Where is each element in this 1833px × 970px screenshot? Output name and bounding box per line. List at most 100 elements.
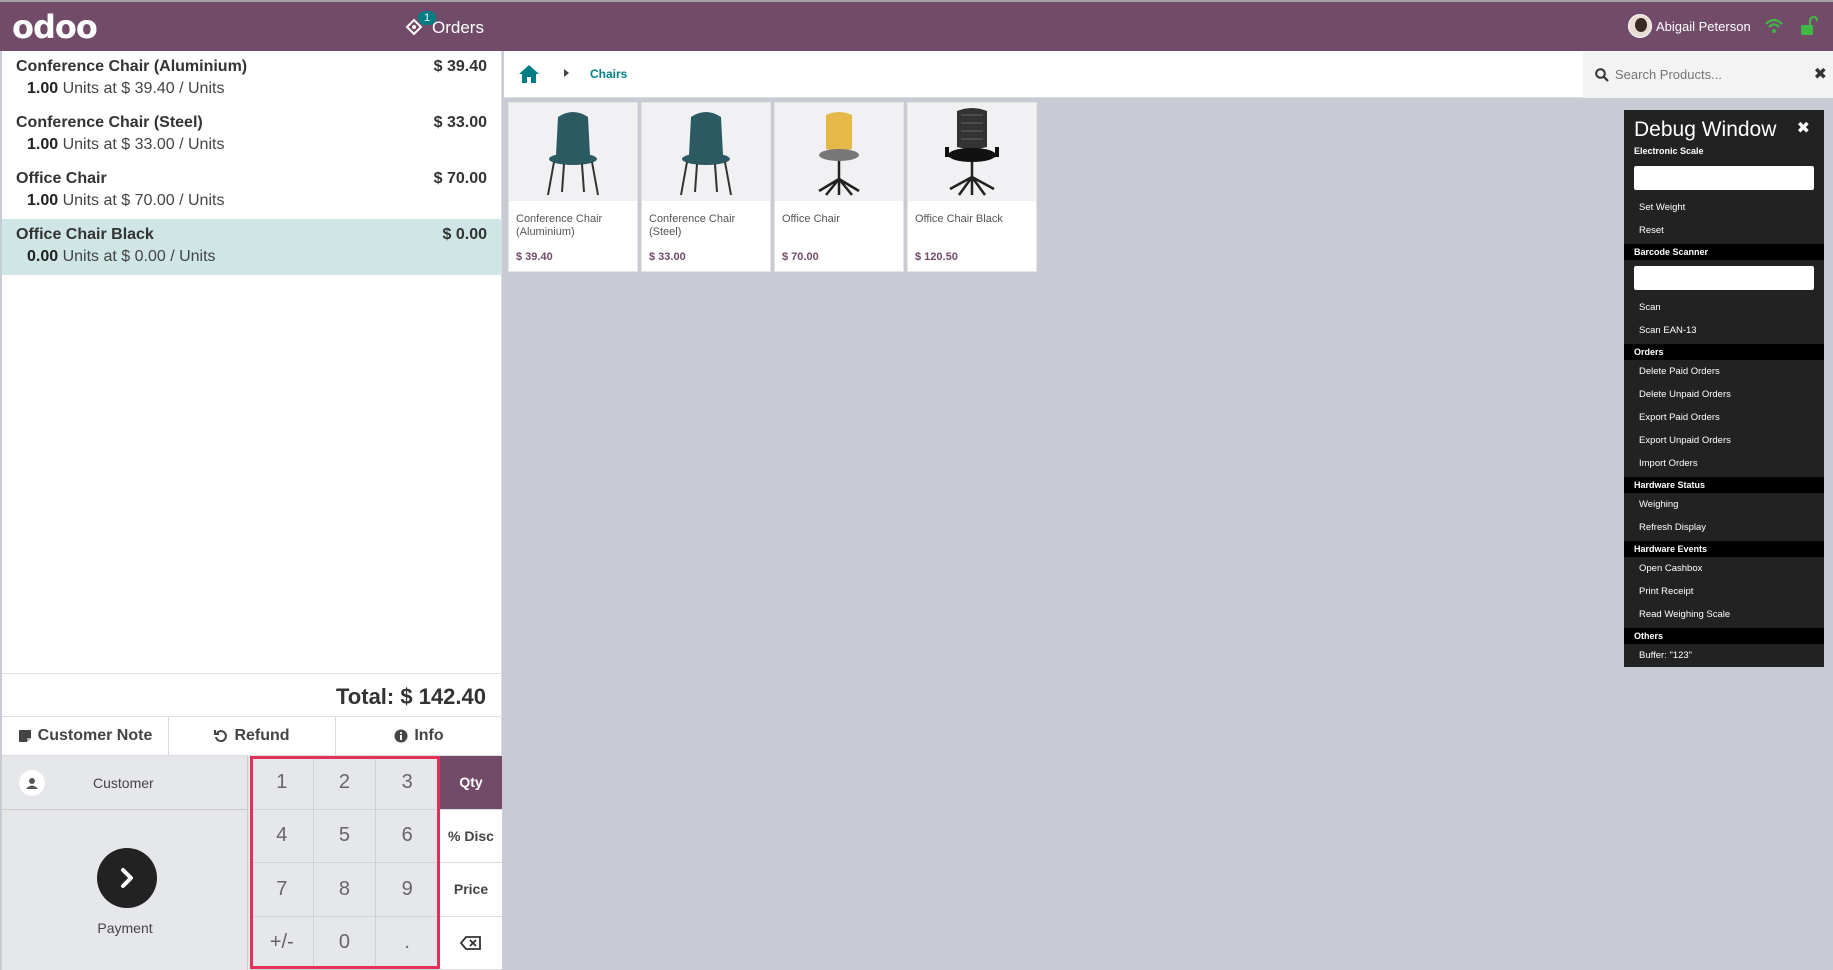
product-grid: Conference Chair (Aluminium) $ 39.40 Con… — [508, 102, 1037, 272]
debug-title-text: Debug Window — [1634, 118, 1777, 141]
search-input[interactable] — [1615, 67, 1795, 82]
numpad-key-plus-minus[interactable]: +/- — [251, 916, 314, 970]
info-button[interactable]: Info — [336, 717, 502, 755]
debug-title: Debug Window ✖ — [1624, 110, 1824, 142]
reset-button[interactable]: Reset — [1624, 219, 1824, 242]
order-line-detail: 0.00 Units at $ 0.00 / Units — [27, 248, 487, 266]
export-paid-orders-button[interactable]: Export Paid Orders — [1624, 406, 1824, 429]
order-line-qty: 1.00 — [27, 192, 59, 209]
order-line-unit-text: Units at $ 70.00 / Units — [58, 192, 225, 209]
orders-count-badge: 1 — [418, 11, 437, 25]
product-card[interactable]: Conference Chair (Aluminium) $ 39.40 — [508, 102, 638, 272]
numpad-key-8[interactable]: 8 — [313, 863, 377, 917]
debug-section-hardware-status: Hardware Status — [1624, 477, 1824, 493]
open-cashbox-button[interactable]: Open Cashbox — [1624, 557, 1824, 580]
order-line[interactable]: Conference Chair (Steel) $ 33.00 1.00 Un… — [2, 107, 501, 163]
scan-button[interactable]: Scan — [1624, 296, 1824, 319]
weighing-button[interactable]: Weighing — [1624, 493, 1824, 516]
backspace-icon — [460, 935, 481, 950]
numpad-key-4[interactable]: 4 — [251, 809, 314, 863]
export-unpaid-orders-button[interactable]: Export Unpaid Orders — [1624, 429, 1824, 452]
debug-window: Debug Window ✖ Electronic Scale Set Weig… — [1624, 110, 1824, 667]
numpad-key-0[interactable]: 0 — [313, 916, 377, 970]
close-icon[interactable]: ✖ — [1797, 118, 1810, 138]
note-icon — [18, 730, 31, 742]
order-line-price: $ 0.00 — [442, 226, 487, 243]
wifi-icon[interactable] — [1764, 16, 1784, 36]
numpad-key-9[interactable]: 9 — [376, 863, 439, 917]
import-orders-button[interactable]: Import Orders — [1624, 452, 1824, 475]
refresh-display-button[interactable]: Refresh Display — [1624, 516, 1824, 539]
control-buttons: Customer Note Refund Info — [2, 716, 502, 756]
numpad-key-decimal[interactable]: . — [376, 916, 439, 970]
order-line[interactable]: Office Chair $ 70.00 1.00 Units at $ 70.… — [2, 163, 501, 219]
debug-section-electronic-scale: Electronic Scale — [1634, 146, 1704, 156]
qty-mode-button[interactable]: Qty — [440, 756, 502, 810]
order-line-selected[interactable]: Office Chair Black $ 0.00 0.00 Units at … — [2, 219, 501, 275]
price-mode-button[interactable]: Price — [440, 863, 502, 917]
order-pane: Conference Chair (Aluminium) $ 39.40 1.0… — [2, 51, 502, 970]
product-card[interactable]: Office Chair Black $ 120.50 — [907, 102, 1037, 272]
clear-search-icon[interactable]: ✖ — [1814, 64, 1827, 84]
customer-button[interactable]: Customer — [2, 756, 248, 810]
payment-button[interactable]: Payment — [2, 810, 248, 970]
order-line-name: Office Chair — [16, 170, 107, 187]
buffer-readout: Buffer: "123" — [1639, 650, 1693, 661]
info-label: Info — [414, 727, 444, 744]
home-icon[interactable] — [518, 64, 540, 84]
odoo-logo: odoo — [12, 8, 98, 46]
scan-ean13-button[interactable]: Scan EAN-13 — [1624, 319, 1824, 342]
order-line-qty: 1.00 — [27, 80, 59, 97]
product-card[interactable]: Conference Chair (Steel) $ 33.00 — [641, 102, 771, 272]
order-line-qty: 1.00 — [27, 136, 59, 153]
barcode-input[interactable] — [1634, 266, 1814, 290]
breadcrumb-separator-icon — [564, 69, 569, 77]
product-image — [642, 103, 770, 201]
delete-paid-orders-button[interactable]: Delete Paid Orders — [1624, 360, 1824, 383]
debug-section-others: Others — [1624, 628, 1824, 644]
numpad-key-3[interactable]: 3 — [376, 756, 439, 810]
backspace-button[interactable] — [440, 916, 502, 970]
numpad-key-6[interactable]: 6 — [376, 809, 439, 863]
product-name: Conference Chair (Aluminium) — [516, 213, 603, 238]
breadcrumb-category-chairs[interactable]: Chairs — [590, 67, 627, 81]
numpad-key-7[interactable]: 7 — [251, 863, 314, 917]
order-line-name: Conference Chair (Steel) — [16, 114, 203, 131]
order-line-qty: 0.00 — [27, 248, 59, 265]
order-line-detail: 1.00 Units at $ 39.40 / Units — [27, 80, 487, 98]
product-price: $ 70.00 — [782, 251, 819, 263]
customer-note-label: Customer Note — [37, 727, 153, 744]
numpad: 1 2 3 4 5 6 7 8 9 +/- 0 . — [251, 756, 439, 970]
order-line-price: $ 70.00 — [433, 170, 487, 187]
customer-note-button[interactable]: Customer Note — [2, 717, 169, 755]
order-line[interactable]: Conference Chair (Aluminium) $ 39.40 1.0… — [2, 51, 501, 107]
avatar — [1628, 14, 1652, 38]
product-image — [775, 103, 903, 201]
set-weight-button[interactable]: Set Weight — [1624, 196, 1824, 219]
orders-button[interactable]: 1 Orders — [404, 11, 484, 44]
user-icon — [19, 769, 45, 796]
debug-section-barcode-scanner: Barcode Scanner — [1624, 244, 1824, 260]
order-line-unit-text: Units at $ 0.00 / Units — [58, 248, 216, 265]
print-receipt-button[interactable]: Print Receipt — [1624, 580, 1824, 603]
order-line-detail: 1.00 Units at $ 33.00 / Units — [27, 136, 487, 154]
top-bar: odoo 1 Orders Abigail Peterson — [0, 0, 1833, 51]
discount-mode-button[interactable]: % Disc — [440, 809, 502, 863]
action-pad: Customer Payment 1 2 3 4 5 6 7 8 9 +/- 0… — [2, 756, 502, 970]
product-name: Conference Chair (Steel) — [649, 213, 736, 238]
order-line-unit-text: Units at $ 39.40 / Units — [58, 80, 225, 97]
product-image — [509, 103, 637, 201]
debug-section-hardware-events: Hardware Events — [1624, 541, 1824, 557]
order-line-detail: 1.00 Units at $ 70.00 / Units — [27, 192, 487, 210]
refund-button[interactable]: Refund — [169, 717, 336, 755]
numpad-key-2[interactable]: 2 — [313, 756, 377, 810]
weight-input[interactable] — [1634, 166, 1814, 190]
read-weighing-scale-button[interactable]: Read Weighing Scale — [1624, 603, 1824, 626]
product-card[interactable]: Office Chair $ 70.00 — [774, 102, 904, 272]
user-menu[interactable]: Abigail Peterson — [1628, 14, 1751, 38]
product-name: Office Chair — [782, 213, 840, 225]
numpad-key-1[interactable]: 1 — [251, 756, 314, 810]
delete-unpaid-orders-button[interactable]: Delete Unpaid Orders — [1624, 383, 1824, 406]
unlock-icon[interactable] — [1800, 16, 1818, 36]
numpad-key-5[interactable]: 5 — [313, 809, 377, 863]
